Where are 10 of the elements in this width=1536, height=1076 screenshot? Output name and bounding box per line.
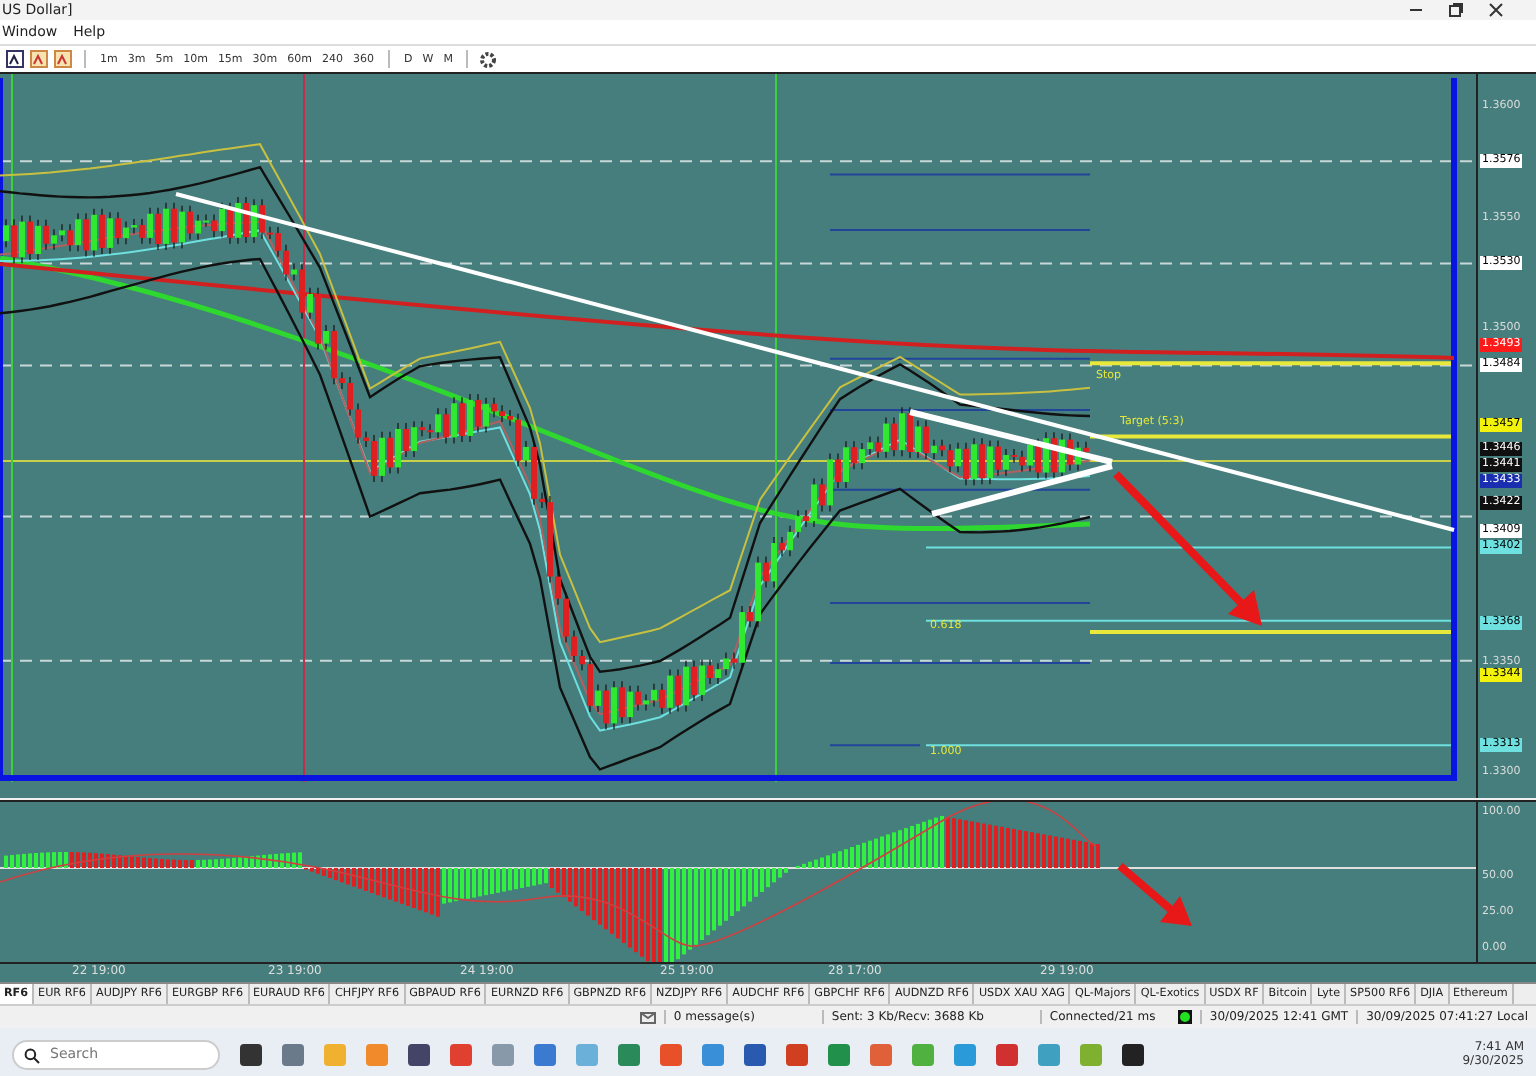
app-icon[interactable] [240,1043,262,1065]
app-icon[interactable] [408,1043,430,1065]
settings-icon[interactable] [480,51,497,67]
connection-status-icon [1177,1010,1192,1024]
mail-icon [639,1011,656,1023]
down-arrow-icon [1117,862,1192,926]
app-icon[interactable] [1122,1043,1144,1065]
close-icon[interactable] [1488,2,1504,18]
down-arrow-icon [1113,471,1262,626]
restore-icon[interactable] [1448,2,1464,18]
